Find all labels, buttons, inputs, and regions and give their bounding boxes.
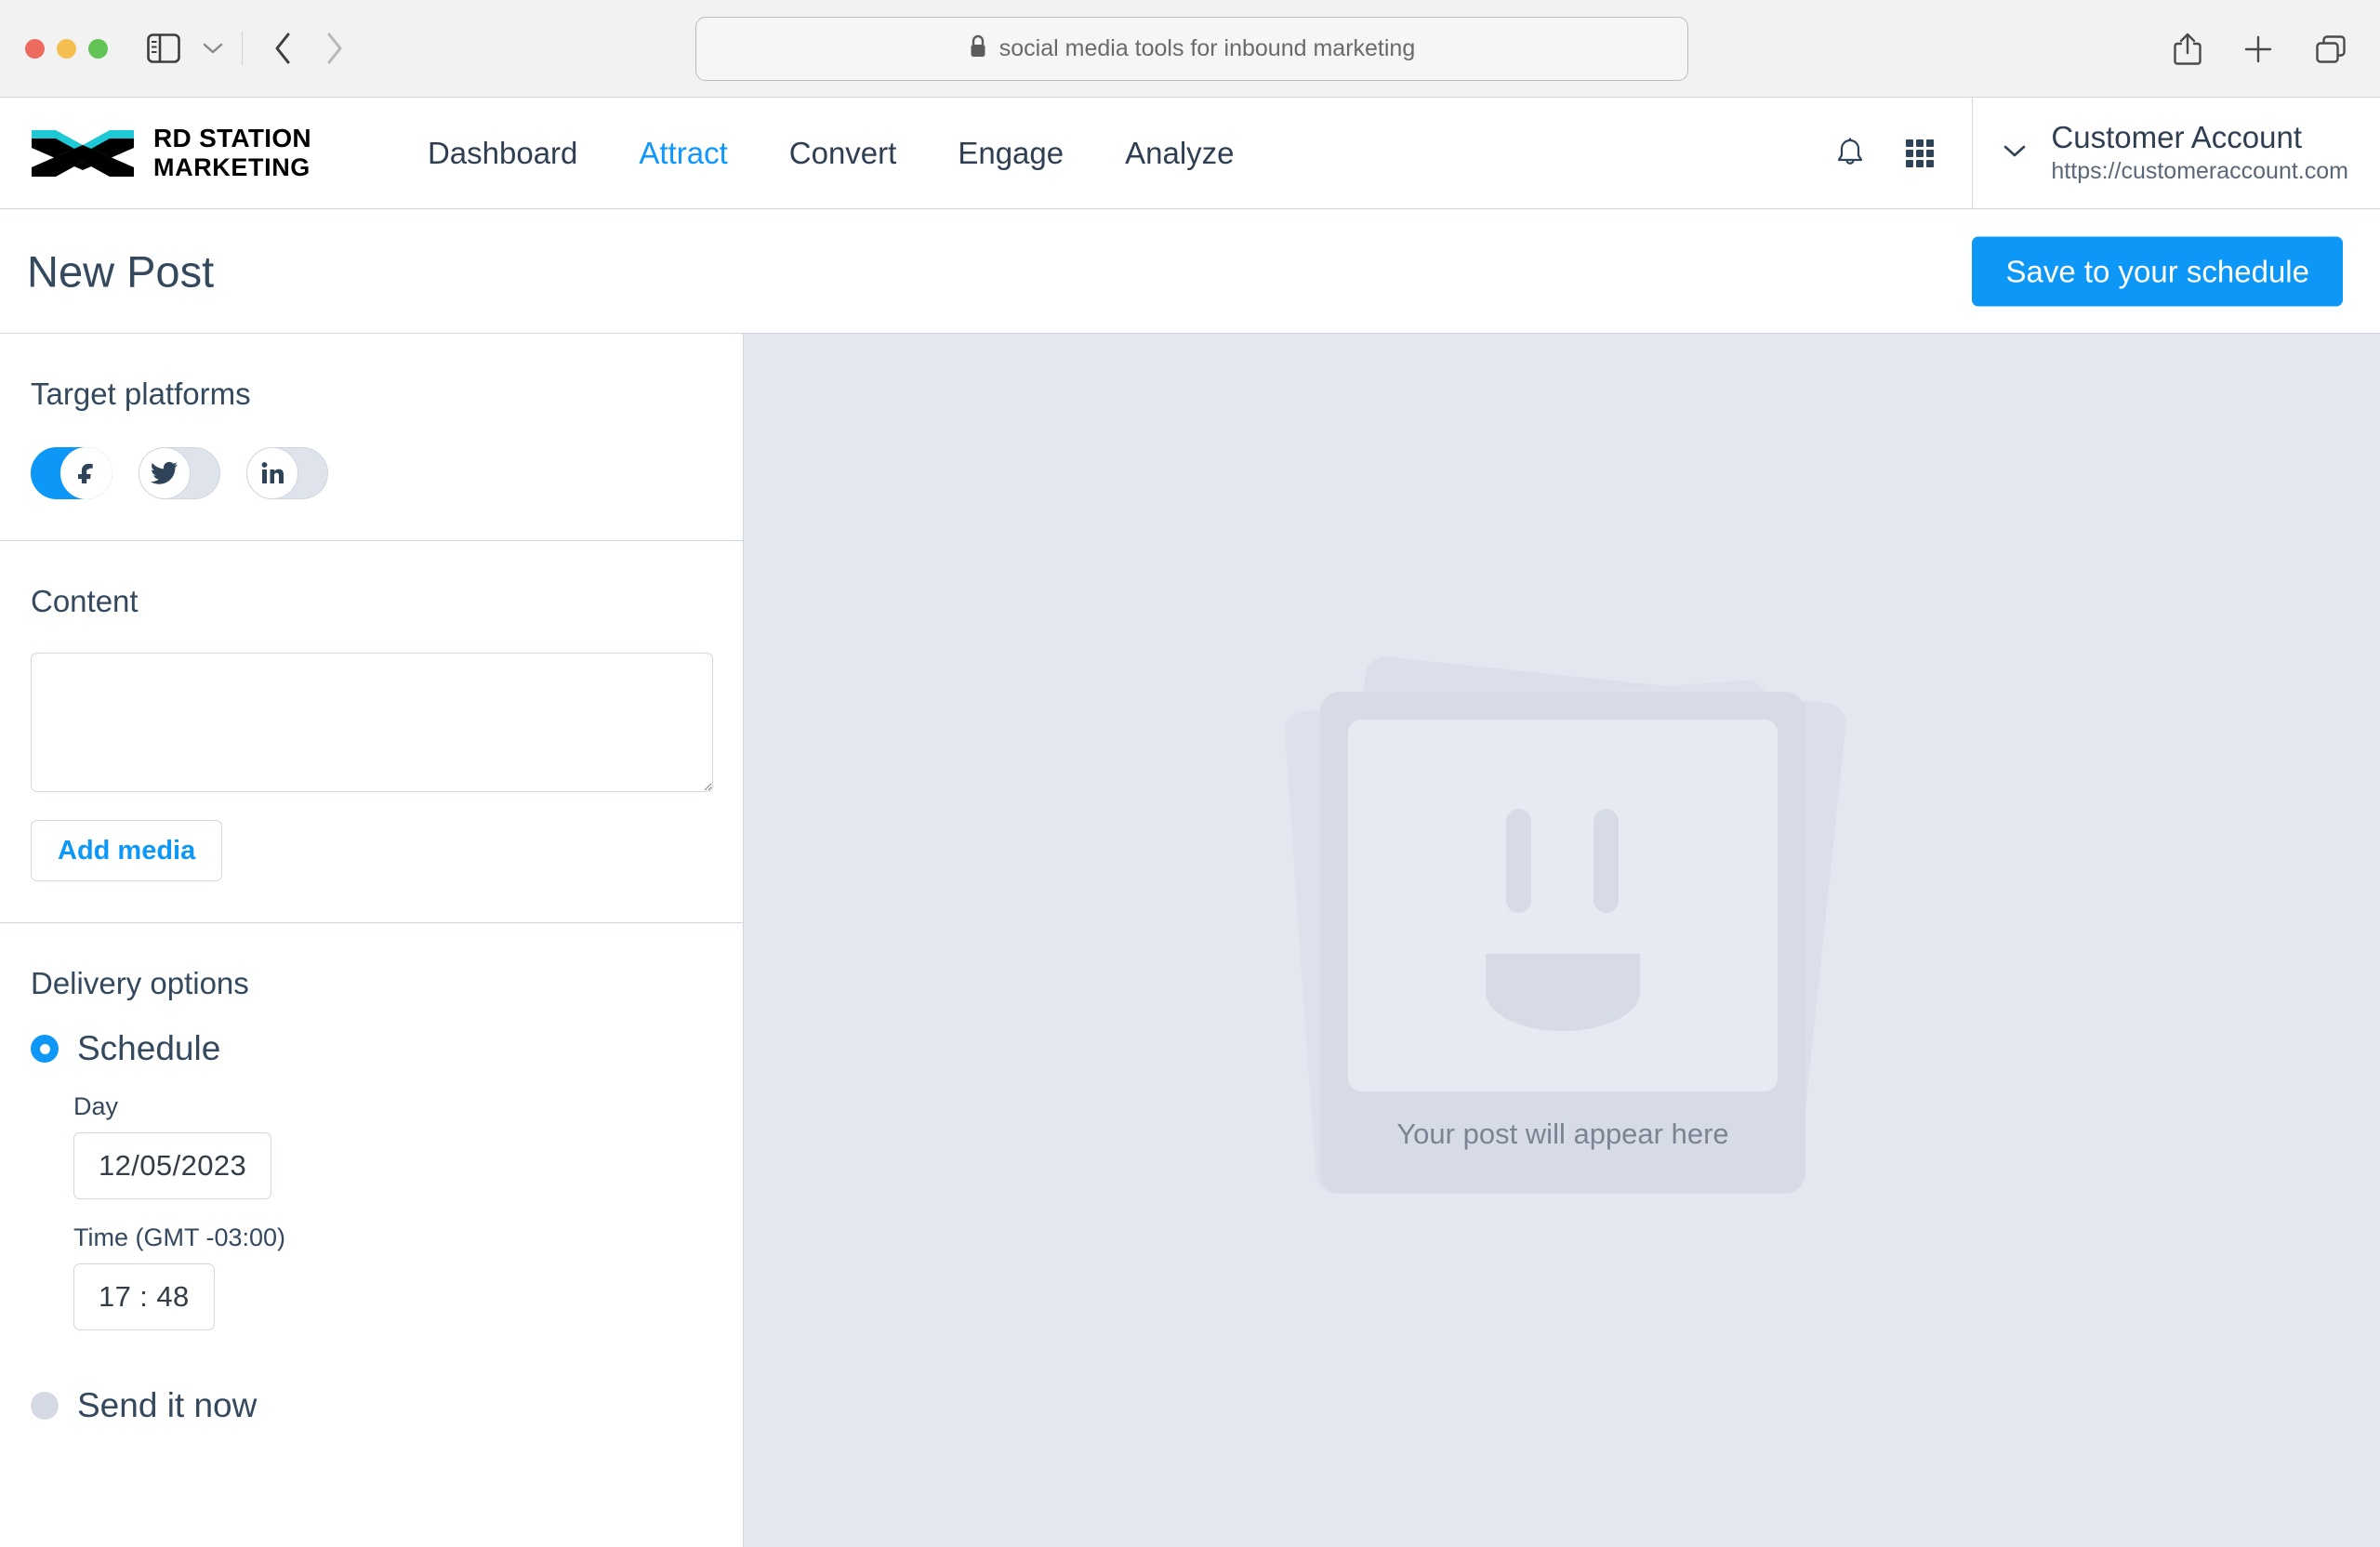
rd-station-wordmark: RD STATION MARKETING [153, 126, 311, 180]
save-to-schedule-button[interactable]: Save to your schedule [1972, 236, 2343, 307]
day-label: Day [73, 1092, 119, 1120]
back-chevron-icon[interactable] [271, 30, 295, 67]
placeholder-front-card: Your post will appear here [1320, 691, 1805, 1194]
linkedin-toggle[interactable] [246, 447, 328, 499]
toggle-knob [60, 447, 112, 499]
content-section: Content Add media [0, 541, 743, 922]
placeholder-photo-area [1348, 719, 1778, 1091]
nav-item-engage[interactable]: Engage [927, 136, 1094, 171]
smiley-photo-placeholder-icon: Your post will appear here [1283, 654, 1848, 1210]
address-bar[interactable]: social media tools for inbound marketing [695, 17, 1688, 81]
main-navigation: Dashboard Attract Convert Engage Analyze [397, 136, 1265, 171]
page-title: New Post [27, 246, 215, 297]
content-textarea[interactable] [31, 653, 713, 792]
tab-overview-chevron-down-icon[interactable] [201, 41, 225, 56]
app-header: RD STATION MARKETING Dashboard Attract C… [0, 98, 2380, 209]
schedule-radio-label: Schedule [77, 1029, 221, 1067]
close-window-button[interactable] [25, 38, 45, 59]
account-name: Customer Account [2051, 120, 2303, 155]
post-form-panel: Target platforms Content Add media Deliv… [0, 334, 744, 1547]
page-titlebar: New Post Save to your schedule [0, 210, 2380, 334]
twitter-icon [150, 461, 178, 484]
delivery-options-heading: Delivery options [31, 966, 249, 1000]
content-heading: Content [31, 584, 139, 618]
schedule-radio[interactable] [31, 1035, 59, 1063]
nav-item-analyze[interactable]: Analyze [1094, 136, 1264, 171]
page-body: Target platforms Content Add media Deliv… [0, 334, 2380, 1547]
facebook-toggle[interactable] [31, 447, 112, 499]
forward-chevron-icon[interactable] [323, 30, 347, 67]
minimize-window-button[interactable] [57, 38, 76, 59]
time-field-group: Time (GMT -03:00) 17 : 48 [73, 1223, 712, 1330]
browser-toolbar-actions [2172, 0, 2348, 98]
plus-icon[interactable] [2242, 33, 2274, 65]
header-actions: Customer Account https://customeraccount… [1834, 98, 2380, 208]
schedule-radio-row[interactable]: Schedule [31, 1029, 712, 1068]
platform-toggle-row [31, 447, 712, 499]
placeholder-eye-right [1593, 808, 1619, 913]
send-now-radio[interactable] [31, 1392, 59, 1420]
time-value: 17 : 48 [99, 1280, 190, 1313]
address-bar-text: social media tools for inbound marketing [998, 35, 1416, 61]
day-input[interactable]: 12/05/2023 [73, 1132, 272, 1199]
logo-line-2: MARKETING [153, 153, 311, 181]
rd-station-chevrons-logo [32, 129, 134, 177]
placeholder-smile [1486, 953, 1640, 1031]
logo-line-1: RD STATION [153, 124, 311, 152]
post-preview-panel: Your post will appear here [744, 334, 2380, 1547]
add-media-button[interactable]: Add media [31, 820, 223, 881]
apps-grid-icon[interactable] [1903, 137, 1937, 170]
nav-item-attract[interactable]: Attract [608, 136, 758, 171]
nav-item-dashboard[interactable]: Dashboard [397, 136, 608, 171]
time-label: Time (GMT -03:00) [73, 1223, 286, 1251]
facebook-icon [78, 463, 93, 483]
twitter-toggle[interactable] [139, 447, 220, 499]
lock-icon [969, 34, 987, 63]
nav-item-convert[interactable]: Convert [759, 136, 928, 171]
rd-station-logo[interactable]: RD STATION MARKETING [28, 125, 311, 182]
account-info: Customer Account https://customeraccount… [2051, 120, 2348, 185]
sidebar-toggle-icon[interactable] [147, 33, 180, 63]
toggle-knob [246, 447, 298, 499]
toolbar-divider [242, 32, 243, 65]
placeholder-eye-left [1506, 808, 1531, 913]
chevron-down-icon [2001, 141, 2029, 165]
toggle-knob [139, 447, 191, 499]
window-traffic-lights [25, 38, 108, 59]
send-now-radio-row[interactable]: Send it now [31, 1386, 712, 1425]
account-url: https://customeraccount.com [2051, 157, 2348, 184]
account-switcher[interactable]: Customer Account https://customeraccount… [1973, 98, 2380, 208]
browser-toolbar: social media tools for inbound marketing [0, 0, 2380, 98]
send-now-radio-label: Send it now [77, 1386, 258, 1424]
maximize-window-button[interactable] [88, 38, 108, 59]
target-platforms-heading: Target platforms [31, 377, 251, 411]
day-value: 12/05/2023 [99, 1149, 247, 1182]
share-icon[interactable] [2172, 31, 2203, 68]
time-input[interactable]: 17 : 48 [73, 1263, 215, 1330]
notification-bell-icon[interactable] [1834, 136, 1866, 171]
preview-caption: Your post will appear here [1396, 1117, 1729, 1150]
delivery-options-section: Delivery options Schedule Day 12/05/2023… [0, 923, 743, 1425]
day-field-group: Day 12/05/2023 [73, 1092, 712, 1199]
target-platforms-section: Target platforms [0, 334, 743, 540]
linkedin-icon [261, 462, 284, 483]
tab-overview-icon[interactable] [2313, 33, 2348, 66]
